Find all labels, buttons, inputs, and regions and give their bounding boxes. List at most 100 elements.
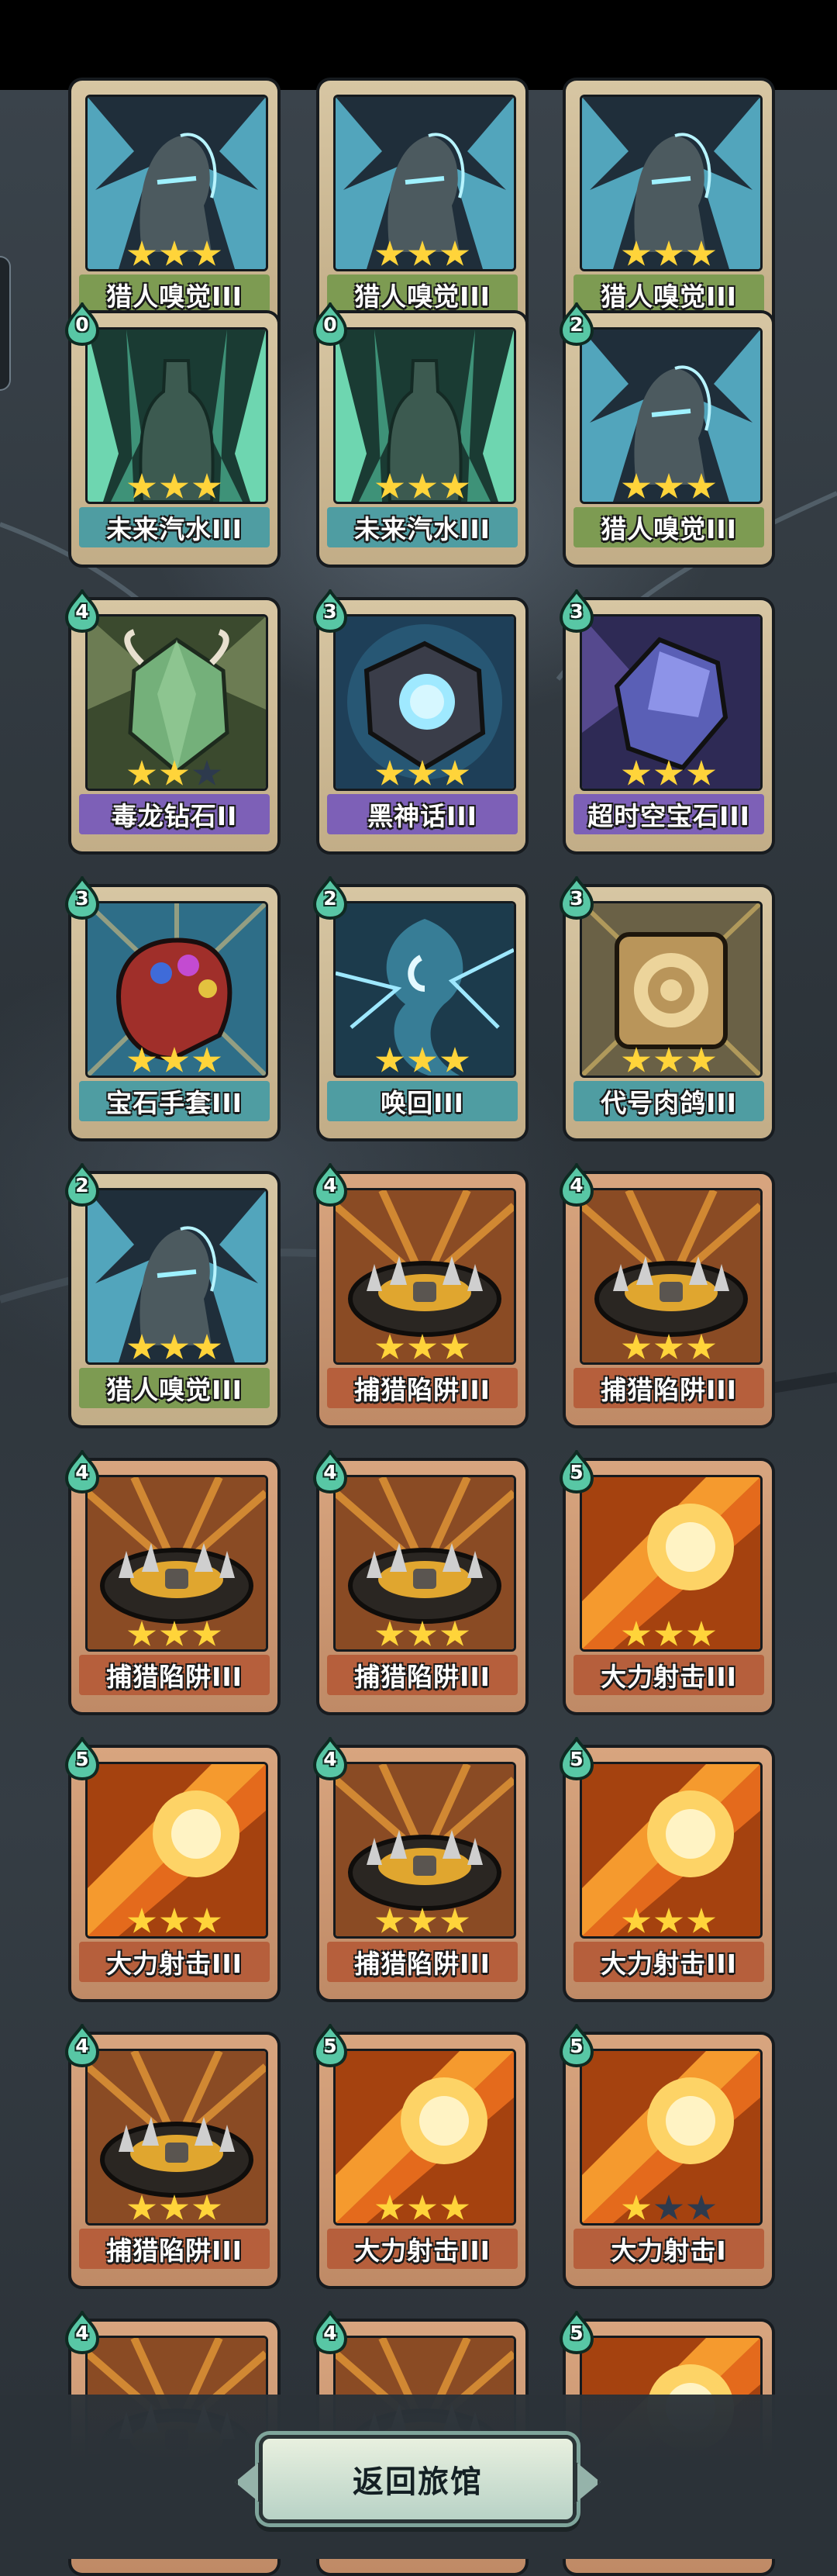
cost-value: 5 <box>570 2035 584 2057</box>
cost-badge: 5 <box>556 1737 597 1780</box>
skill-card[interactable]: 捕猎陷阱III 4 <box>312 1450 529 1715</box>
skill-card[interactable]: 大力射击I 5 <box>559 2024 775 2289</box>
star-filled-icon <box>408 2194 437 2220</box>
cost-value: 5 <box>323 2035 337 2057</box>
cost-value: 4 <box>323 1174 337 1196</box>
return-button-label: 返回旅馆 <box>353 2464 483 2500</box>
star-rating <box>566 2194 772 2222</box>
star-filled-icon <box>408 760 437 786</box>
card-name: 捕猎陷阱III <box>79 1655 270 1695</box>
skill-card[interactable]: 捕猎陷阱III 4 <box>64 2024 281 2289</box>
cost-value: 4 <box>75 1461 89 1483</box>
skill-card[interactable]: 捕猎陷阱III 4 <box>312 1163 529 1428</box>
cost-badge: 5 <box>556 1450 597 1493</box>
card-name: 捕猎陷阱III <box>79 2229 270 2269</box>
card-name: 代号肉鸽III <box>574 1081 764 1121</box>
cost-badge: 4 <box>62 589 102 633</box>
cost-badge: 4 <box>310 1163 350 1207</box>
skill-card[interactable]: 毒龙钻石II 4 <box>64 589 281 855</box>
cost-badge: 5 <box>62 1737 102 1780</box>
star-filled-icon <box>408 1621 437 1646</box>
star-filled-icon <box>440 240 470 266</box>
cost-badge: 5 <box>556 2311 597 2354</box>
star-rating <box>71 473 277 501</box>
cost-badge: 4 <box>62 2311 102 2354</box>
card-name: 猎人嗅觉III <box>79 275 270 315</box>
cost-badge: 4 <box>62 2024 102 2067</box>
card-name: 未来汽水III <box>79 507 270 547</box>
star-rating <box>566 1908 772 1935</box>
star-rating <box>319 1621 525 1649</box>
skill-card[interactable]: 猎人嗅觉III 2 <box>64 1163 281 1428</box>
star-filled-icon <box>440 2194 470 2220</box>
star-filled-icon <box>440 1621 470 1646</box>
skill-card[interactable]: 大力射击III 5 <box>312 2024 529 2289</box>
star-filled-icon <box>160 760 189 786</box>
cost-value: 5 <box>75 1748 89 1770</box>
cost-value: 4 <box>323 2322 337 2344</box>
return-to-inn-button[interactable]: 返回旅馆 <box>259 2435 577 2523</box>
skill-card[interactable]: 猎人嗅觉III 2 <box>559 302 775 568</box>
star-filled-icon <box>622 473 651 499</box>
star-filled-icon <box>654 1334 684 1359</box>
star-filled-icon <box>375 1621 405 1646</box>
card-grid: 猎人嗅觉III 猎人嗅觉III 猎人嗅觉III 未来汽水III 0 未来汽水II… <box>0 0 837 2576</box>
cost-badge: 2 <box>556 302 597 346</box>
skill-card[interactable]: 超时空宝石III 3 <box>559 589 775 855</box>
cost-value: 2 <box>323 887 337 910</box>
star-rating <box>319 1334 525 1362</box>
star-filled-icon <box>654 240 684 266</box>
star-rating <box>319 760 525 788</box>
skill-card[interactable]: 捕猎陷阱III 4 <box>64 1450 281 1715</box>
cost-badge: 3 <box>556 876 597 920</box>
skill-card[interactable]: 代号肉鸽III 3 <box>559 876 775 1141</box>
card-name: 猎人嗅觉III <box>79 1368 270 1408</box>
skill-card[interactable]: 猎人嗅觉III <box>68 78 281 335</box>
skill-card[interactable]: 猎人嗅觉III <box>563 78 775 335</box>
cost-value: 3 <box>75 887 89 910</box>
cost-value: 5 <box>570 1461 584 1483</box>
star-rating <box>319 2194 525 2222</box>
card-name: 捕猎陷阱III <box>574 1368 764 1408</box>
star-filled-icon <box>375 240 405 266</box>
star-filled-icon <box>654 1047 684 1072</box>
skill-card[interactable]: 大力射击III 5 <box>64 1737 281 2002</box>
cost-badge: 4 <box>62 1450 102 1493</box>
star-filled-icon <box>408 1334 437 1359</box>
cost-value: 0 <box>75 313 89 336</box>
card-name: 猎人嗅觉III <box>574 507 764 547</box>
skill-card[interactable]: 未来汽水III 0 <box>64 302 281 568</box>
skill-card[interactable]: 未来汽水III 0 <box>312 302 529 568</box>
star-rating <box>566 760 772 788</box>
star-rating <box>71 1621 277 1649</box>
skill-card[interactable]: 猎人嗅觉III <box>316 78 529 335</box>
skill-card[interactable]: 捕猎陷阱III 4 <box>312 1737 529 2002</box>
star-filled-icon <box>440 1047 470 1072</box>
skill-card[interactable]: 宝石手套III 3 <box>64 876 281 1141</box>
star-rating <box>566 1334 772 1362</box>
star-filled-icon <box>408 473 437 499</box>
star-filled-icon <box>192 1334 222 1359</box>
star-rating <box>566 473 772 501</box>
star-filled-icon <box>654 473 684 499</box>
skill-card[interactable]: 捕猎陷阱III 4 <box>559 1163 775 1428</box>
skill-card[interactable]: 大力射击III 5 <box>559 1450 775 1715</box>
star-filled-icon <box>687 473 716 499</box>
star-filled-icon <box>375 473 405 499</box>
star-filled-icon <box>127 473 157 499</box>
cost-badge: 3 <box>556 589 597 633</box>
card-name: 黑神话III <box>327 794 518 834</box>
star-empty-icon <box>192 760 222 786</box>
skill-card[interactable]: 黑神话III 3 <box>312 589 529 855</box>
skill-card[interactable]: 唤回III 2 <box>312 876 529 1141</box>
cost-badge: 4 <box>310 1450 350 1493</box>
star-rating <box>319 1047 525 1075</box>
star-rating <box>71 1047 277 1075</box>
skill-card[interactable]: 大力射击III 5 <box>559 1737 775 2002</box>
cost-value: 4 <box>323 1461 337 1483</box>
star-filled-icon <box>408 1908 437 1933</box>
star-rating <box>71 2194 277 2222</box>
star-filled-icon <box>375 1908 405 1933</box>
card-name: 未来汽水III <box>327 507 518 547</box>
cost-badge: 4 <box>556 1163 597 1207</box>
